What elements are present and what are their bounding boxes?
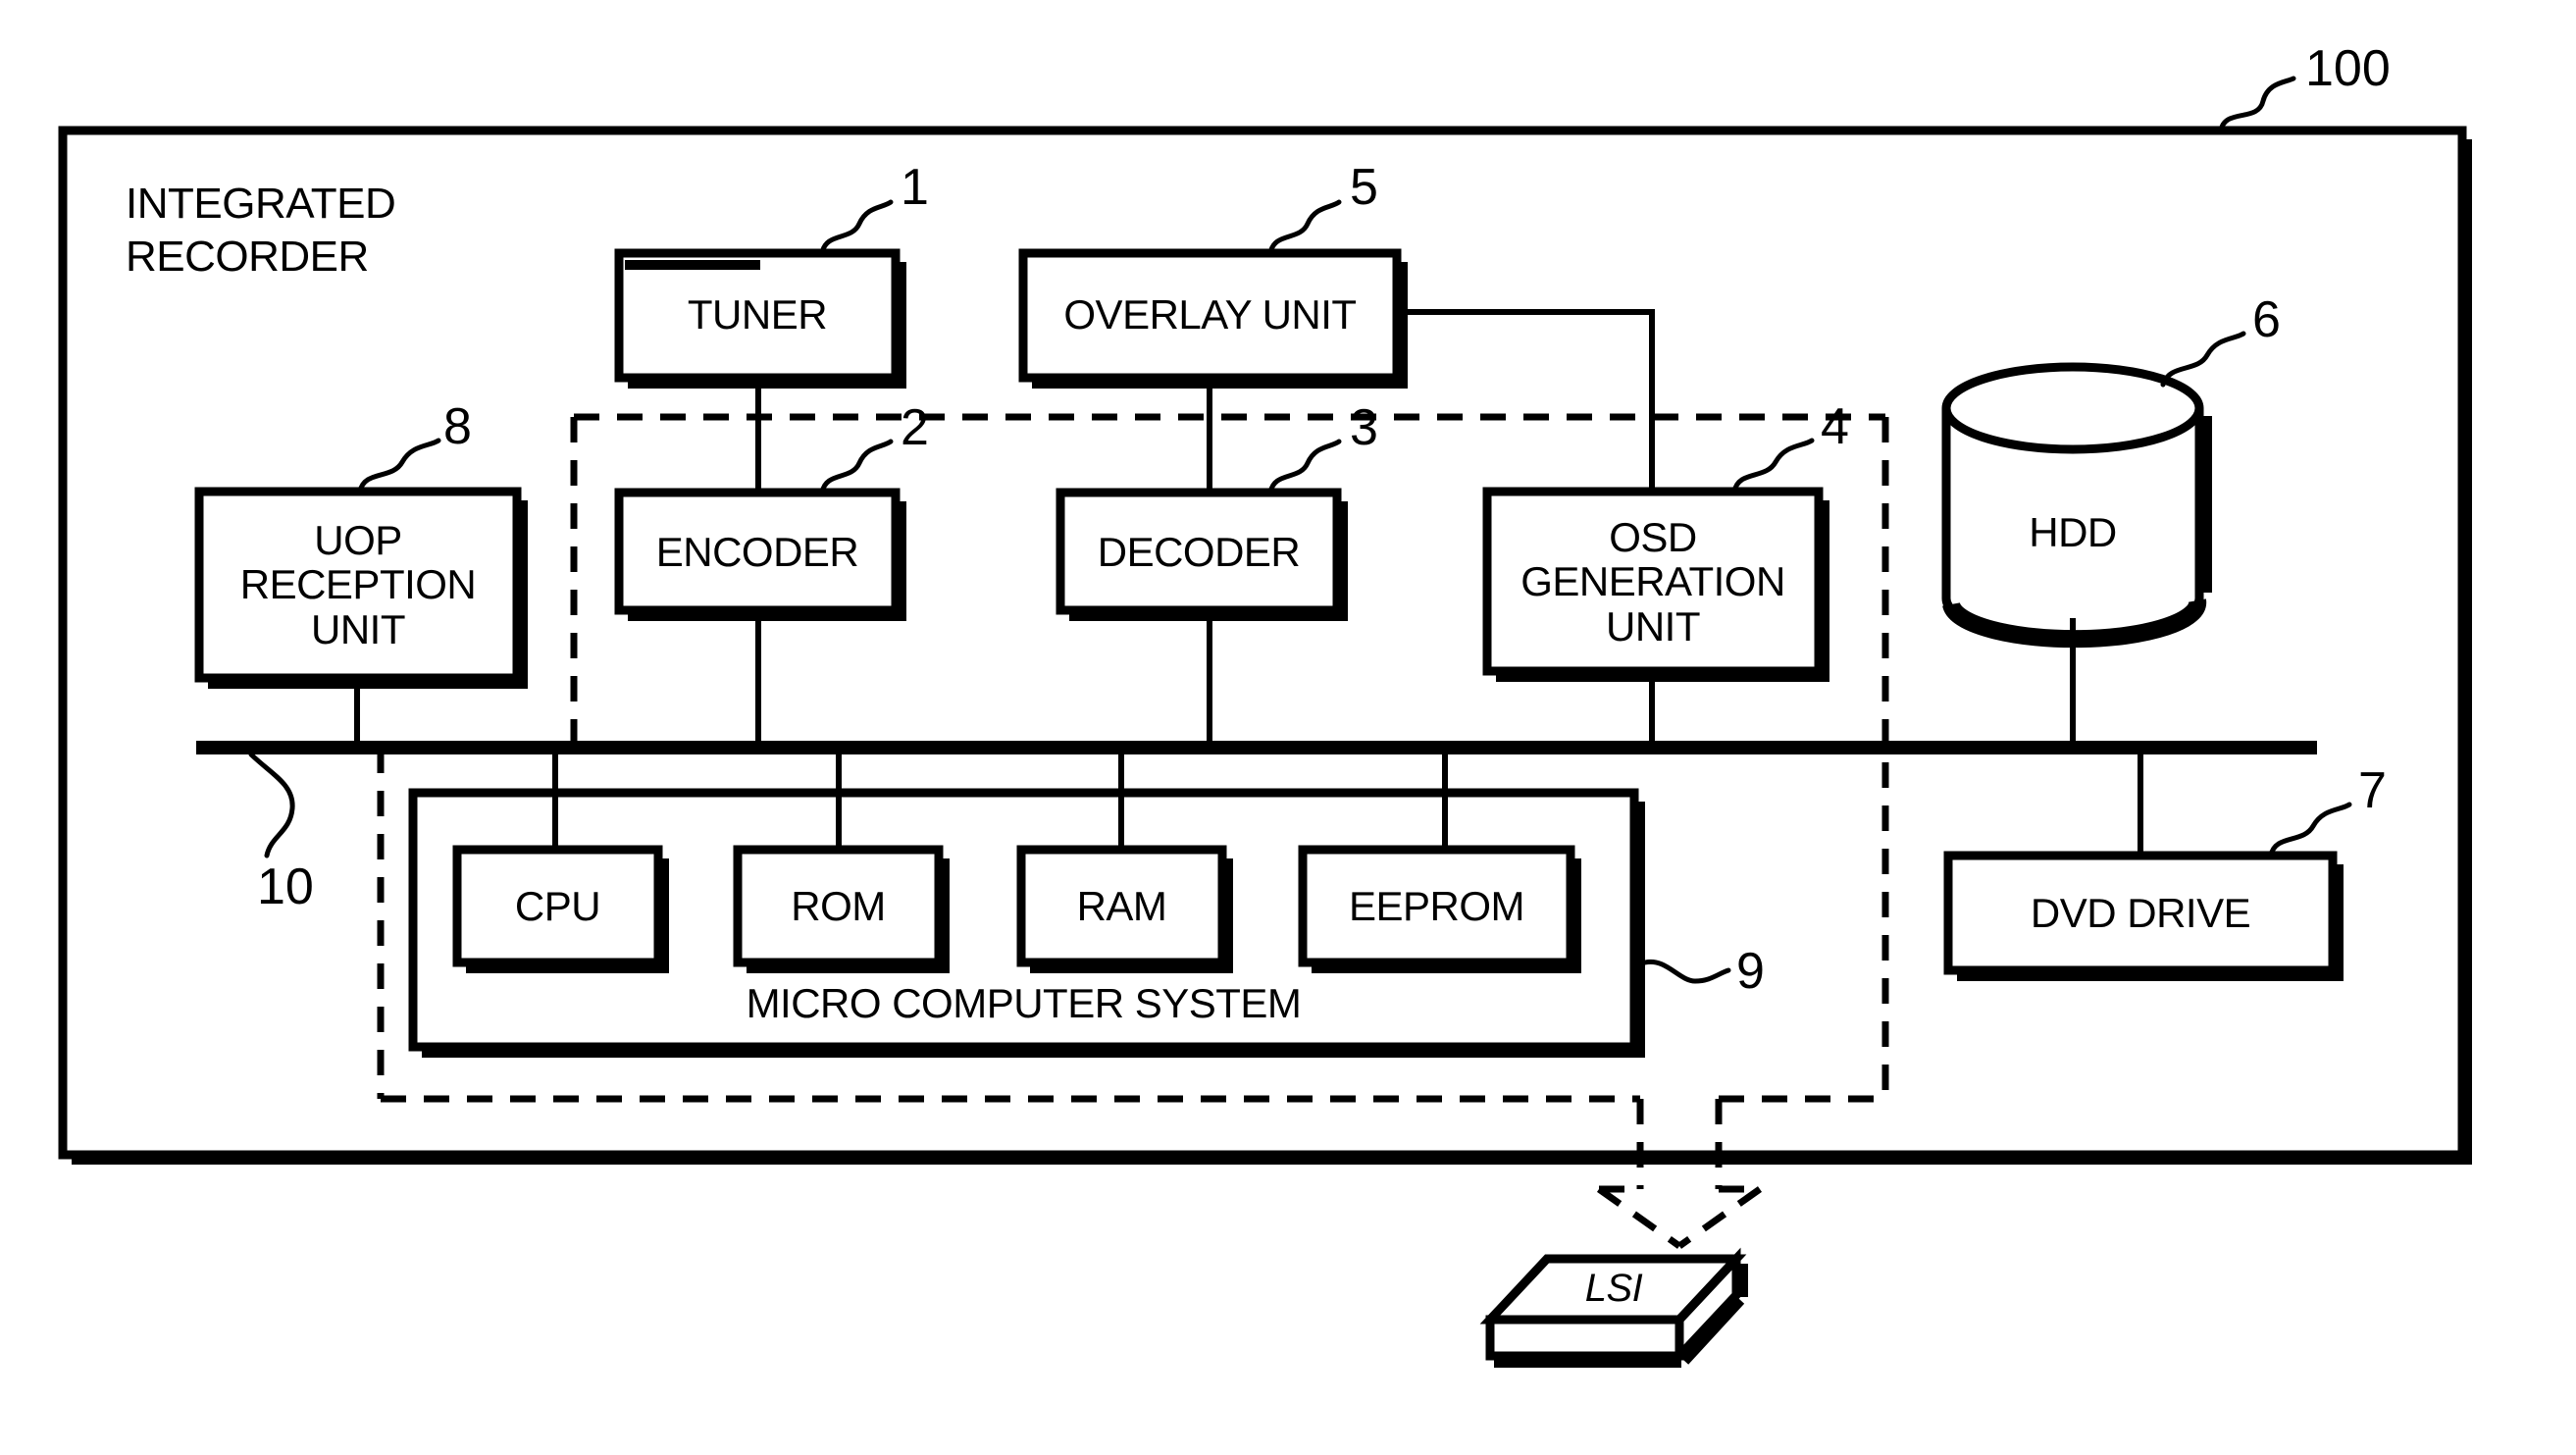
label-rom: ROM bbox=[791, 883, 886, 929]
label-cpu: CPU bbox=[514, 883, 601, 929]
label-osd-generation-unit: OSD GENERATION UNIT bbox=[1520, 514, 1785, 650]
ref-number-10: 10 bbox=[257, 858, 314, 915]
ref-number-5: 5 bbox=[1350, 159, 1378, 216]
connector-lines bbox=[354, 309, 2143, 856]
label-dvd-drive: DVD DRIVE bbox=[2030, 890, 2251, 936]
label-ram: RAM bbox=[1076, 883, 1167, 929]
ref-lead-9 bbox=[1642, 959, 1731, 984]
ref-number-8: 8 bbox=[443, 398, 472, 455]
label-decoder: DECODER bbox=[1097, 529, 1301, 575]
label-overlay-unit: OVERLAY UNIT bbox=[1063, 291, 1357, 338]
ref-lead-1 bbox=[819, 199, 894, 256]
ref-number-9: 9 bbox=[1736, 943, 1765, 1000]
ref-number-3: 3 bbox=[1350, 399, 1378, 456]
ref-lead-5 bbox=[1267, 199, 1342, 256]
ref-lead-100 bbox=[2218, 76, 2296, 133]
label-micro-computer-system: MICRO COMPUTER SYSTEM bbox=[746, 980, 1302, 1026]
ref-number-7: 7 bbox=[2358, 762, 2387, 819]
ref-number-6: 6 bbox=[2252, 291, 2281, 348]
figure-title-integrated-recorder: INTEGRATED RECORDER bbox=[126, 180, 396, 281]
ref-lead-2 bbox=[819, 439, 894, 495]
label-hdd: HDD bbox=[2029, 509, 2117, 555]
ref-lead-3 bbox=[1267, 439, 1342, 495]
label-eeprom: EEPROM bbox=[1348, 883, 1525, 929]
label-encoder: ENCODER bbox=[655, 529, 859, 575]
label-tuner: TUNER bbox=[687, 291, 828, 338]
label-uop-reception-unit: UOP RECEPTION UNIT bbox=[239, 517, 477, 652]
ref-lead-4 bbox=[1731, 438, 1815, 494]
ref-number-100: 100 bbox=[2305, 40, 2391, 97]
figure-canvas: .s { fill:none; stroke:#000; stroke-widt… bbox=[0, 0, 2576, 1455]
ref-lead-6 bbox=[2160, 331, 2246, 388]
ref-lead-7 bbox=[2268, 802, 2352, 858]
ref-number-2: 2 bbox=[901, 399, 929, 456]
label-lsi: LSI bbox=[1584, 1267, 1643, 1310]
shape-hdd-cylinder bbox=[1941, 362, 2212, 649]
ref-lead-10 bbox=[248, 752, 295, 858]
ref-number-4: 4 bbox=[1821, 398, 1849, 455]
ref-number-1: 1 bbox=[901, 159, 929, 216]
ref-lead-8 bbox=[357, 438, 441, 494]
